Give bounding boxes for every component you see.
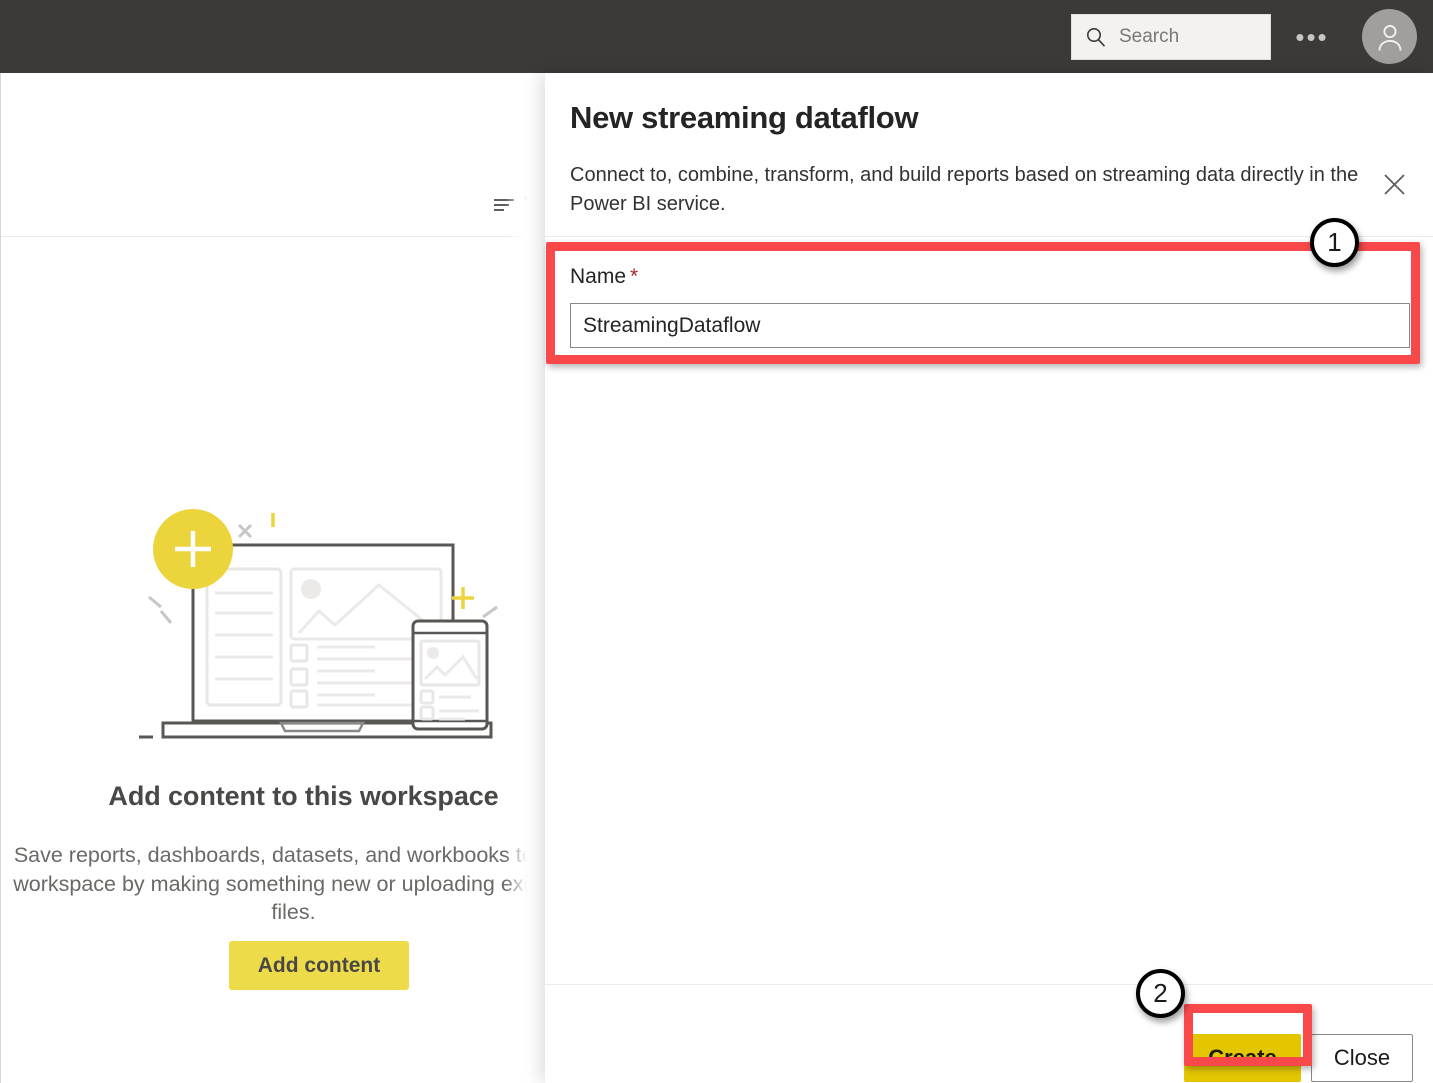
panel-description: Connect to, combine, transform, and buil… bbox=[570, 161, 1370, 219]
required-marker: * bbox=[630, 265, 638, 288]
panel-footer: Create Close bbox=[545, 985, 1433, 1083]
add-content-button[interactable]: Add content bbox=[229, 941, 409, 990]
workspace-page: V bbox=[0, 73, 605, 1083]
empty-state-description: Save reports, dashboards, datasets, and … bbox=[0, 841, 606, 927]
empty-state-title: Add content to this workspace bbox=[1, 781, 606, 812]
filter-list-icon bbox=[493, 198, 515, 212]
new-streaming-dataflow-panel: New streaming dataflow Connect to, combi… bbox=[545, 73, 1433, 1083]
search-icon bbox=[1085, 26, 1107, 48]
workspace-toolbar: V bbox=[1, 177, 606, 237]
top-navigation-bar: Search ••• bbox=[0, 0, 1433, 73]
app-root: Search ••• V bbox=[0, 0, 1433, 1083]
page-title: New streaming dataflow bbox=[570, 100, 918, 136]
ellipsis-icon: ••• bbox=[1295, 32, 1328, 42]
panel-form-area: Name* bbox=[545, 237, 1433, 1057]
more-options-button[interactable]: ••• bbox=[1292, 20, 1332, 54]
close-panel-button[interactable] bbox=[1373, 163, 1415, 205]
create-button[interactable]: Create bbox=[1184, 1034, 1301, 1082]
close-button[interactable]: Close bbox=[1311, 1034, 1413, 1082]
view-button[interactable]: V bbox=[493, 193, 538, 217]
user-avatar-icon bbox=[1373, 20, 1407, 54]
name-input[interactable] bbox=[570, 303, 1410, 348]
search-input-placeholder[interactable]: Search bbox=[1119, 26, 1179, 48]
name-label-text: Name bbox=[570, 265, 626, 288]
view-button-label: V bbox=[524, 193, 538, 217]
close-icon bbox=[1383, 173, 1406, 196]
name-field-label: Name* bbox=[570, 265, 638, 289]
search-box[interactable]: Search bbox=[1071, 14, 1271, 60]
avatar[interactable] bbox=[1362, 9, 1417, 64]
add-content-illustration bbox=[131, 493, 531, 753]
